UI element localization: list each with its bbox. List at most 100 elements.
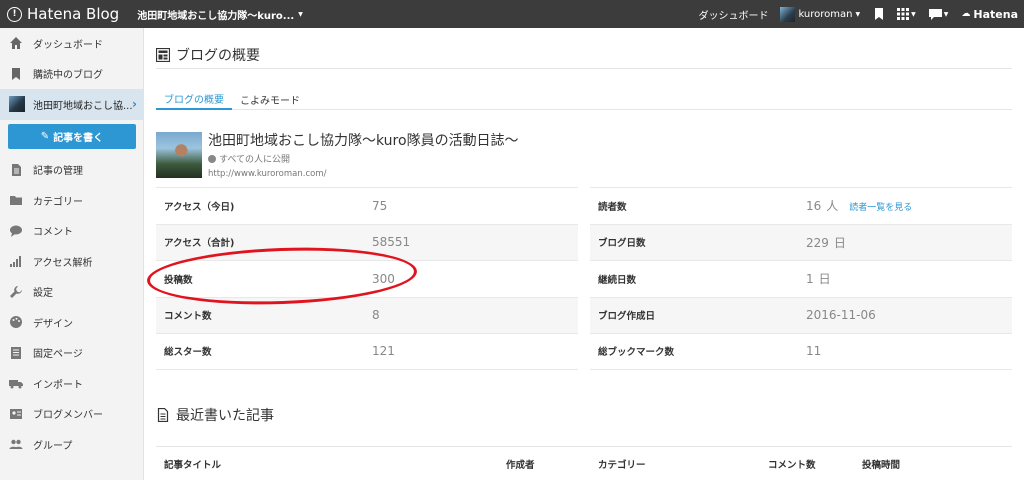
stat-value: 121 bbox=[372, 344, 395, 359]
stat-label: ブログ作成日 bbox=[598, 311, 656, 323]
sidebar-item-label: 購読中のブログ bbox=[33, 70, 103, 82]
stat-row: 投稿数 300 bbox=[156, 260, 578, 297]
stats-table-left: アクセス（今日) 75 アクセス（合計) 58551 投稿数 300 コメント数 8 総… bbox=[156, 187, 578, 370]
stat-unit: 日 bbox=[833, 235, 846, 250]
blog-switcher-label: 池田町地域おこし協力隊〜kuro... bbox=[137, 10, 295, 22]
view-readers-link[interactable]: 読者一覧を見る bbox=[849, 200, 912, 213]
sidebar-item-label: 設定 bbox=[33, 288, 53, 300]
truck-icon bbox=[9, 376, 23, 390]
stat-label: 総ブックマーク数 bbox=[598, 347, 675, 359]
palette-icon bbox=[9, 315, 23, 329]
column-header-category: カテゴリー bbox=[598, 459, 646, 471]
stat-unit: 日 bbox=[818, 272, 831, 287]
stat-label: コメント数 bbox=[164, 311, 212, 323]
globe-icon bbox=[208, 154, 216, 163]
sidebar-item-groups[interactable]: グループ bbox=[0, 429, 143, 460]
sidebar-item-current-blog[interactable]: 池田町地域おこし協... › bbox=[0, 89, 143, 120]
stat-value: 300 bbox=[372, 271, 395, 286]
user-menu[interactable]: kuroroman ▼ bbox=[780, 6, 861, 22]
sidebar-item-categories[interactable]: カテゴリー bbox=[0, 185, 143, 216]
write-article-label: 記事を書く bbox=[53, 132, 104, 144]
divider bbox=[156, 68, 1012, 69]
stat-row: アクセス（合計) 58551 bbox=[156, 223, 578, 260]
sidebar-item-label: デザイン bbox=[33, 318, 73, 330]
recent-articles-title: 最近書いた記事 bbox=[176, 408, 274, 424]
sidebar-item-design[interactable]: デザイン bbox=[0, 307, 143, 338]
caret-down-icon: ▼ bbox=[943, 10, 949, 18]
column-header-comments: コメント数 bbox=[768, 459, 816, 471]
blog-url[interactable]: http://www.kuroroman.com/ bbox=[208, 169, 519, 179]
visibility-label: すべての人に公開 bbox=[219, 155, 291, 165]
hatena-blog-logo[interactable]: ! Hatena Blog bbox=[0, 5, 119, 23]
stat-label: 継続日数 bbox=[598, 274, 637, 286]
sidebar-item-analytics[interactable]: アクセス解析 bbox=[0, 246, 143, 277]
stat-row: 総ブックマーク数 11 bbox=[590, 333, 1012, 370]
sidebar-item-static-pages[interactable]: 固定ページ bbox=[0, 338, 143, 369]
visibility-status: すべての人に公開 bbox=[208, 152, 519, 165]
tab-overview[interactable]: ブログの概要 bbox=[156, 88, 232, 110]
page-title: ブログの概要 bbox=[176, 48, 260, 64]
stat-label: アクセス（合計) bbox=[164, 238, 235, 250]
sidebar: ダッシュボード 購読中のブログ 池田町地域おこし協... › ✎ 記事を書く 記… bbox=[0, 28, 144, 480]
sidebar-item-import[interactable]: インポート bbox=[0, 368, 143, 399]
comment-icon bbox=[9, 224, 23, 238]
stat-value: 16 bbox=[806, 199, 822, 214]
stat-value: 2016-11-06 bbox=[806, 308, 876, 323]
sidebar-item-label: ブログメンバー bbox=[33, 410, 103, 422]
sidebar-item-label: 池田町地域おこし協... bbox=[33, 100, 133, 112]
section-header-overview: ブログの概要 bbox=[156, 45, 260, 65]
hatena-brand-link[interactable]: ☁ Hatena bbox=[961, 8, 1018, 21]
apps-grid-icon[interactable]: ▼ bbox=[897, 8, 916, 20]
sidebar-item-label: ダッシュボード bbox=[33, 39, 103, 51]
member-icon bbox=[9, 407, 23, 421]
hatena-brand-icon: ☁ bbox=[961, 9, 971, 19]
brand-text: Hatena bbox=[973, 7, 1018, 21]
logo-text: Hatena Blog bbox=[27, 5, 120, 23]
stat-value: 75 bbox=[372, 198, 388, 213]
caret-down-icon: ▼ bbox=[911, 10, 916, 18]
sidebar-item-dashboard[interactable]: ダッシュボード bbox=[0, 28, 143, 59]
sidebar-item-comments[interactable]: コメント bbox=[0, 216, 143, 247]
main-content: ブログの概要 ブログの概要 こよみモード 池田町地域おこし協力隊〜kuro隊員の… bbox=[144, 28, 1024, 480]
stat-row: ブログ日数 229 日 bbox=[590, 223, 1012, 260]
bookmark-icon[interactable] bbox=[874, 8, 884, 20]
stat-value: 58551 bbox=[372, 235, 411, 250]
articles-table-header: 記事タイトル 作成者 カテゴリー コメント数 投稿時間 bbox=[156, 446, 1012, 480]
chevron-right-icon: › bbox=[132, 97, 137, 112]
blog-switcher[interactable]: 池田町地域おこし協力隊〜kuro... ▼ bbox=[137, 7, 303, 22]
dashboard-link[interactable]: ダッシュボード bbox=[698, 7, 768, 22]
stat-label: 読者数 bbox=[598, 201, 627, 213]
column-header-author: 作成者 bbox=[506, 459, 535, 471]
sidebar-item-members[interactable]: ブログメンバー bbox=[0, 399, 143, 430]
caret-down-icon: ▼ bbox=[855, 10, 861, 18]
home-icon bbox=[9, 36, 23, 50]
stat-row: 継続日数 1日 bbox=[590, 260, 1012, 297]
top-navigation-bar: ! Hatena Blog 池田町地域おこし協力隊〜kuro... ▼ ダッシュ… bbox=[0, 0, 1024, 28]
dashboard-panel-icon bbox=[156, 48, 170, 62]
stat-value: 1 bbox=[806, 272, 814, 287]
bookmark-icon bbox=[9, 67, 23, 81]
blog-thumbnail[interactable] bbox=[156, 132, 202, 178]
sidebar-item-settings[interactable]: 設定 bbox=[0, 277, 143, 308]
column-header-title: 記事タイトル bbox=[164, 459, 222, 471]
sidebar-item-articles[interactable]: 記事の管理 bbox=[0, 155, 143, 186]
sidebar-item-subscriptions[interactable]: 購読中のブログ bbox=[0, 59, 143, 90]
blog-avatar bbox=[9, 96, 25, 113]
wrench-icon bbox=[9, 285, 23, 299]
stat-label: 総スター数 bbox=[164, 347, 212, 359]
blog-info: 池田町地域おこし協力隊〜kuro隊員の活動日誌〜 すべての人に公開 http:/… bbox=[156, 132, 519, 179]
notification-icon[interactable]: ▼ bbox=[928, 8, 949, 20]
blog-title[interactable]: 池田町地域おこし協力隊〜kuro隊員の活動日誌〜 bbox=[208, 132, 519, 150]
sidebar-item-label: アクセス解析 bbox=[33, 257, 93, 269]
stat-label: アクセス（今日) bbox=[164, 201, 235, 213]
avatar bbox=[780, 6, 796, 22]
stat-row: ブログ作成日 2016-11-06 bbox=[590, 296, 1012, 333]
tab-bar: ブログの概要 こよみモード bbox=[156, 88, 1012, 110]
stat-row: コメント数 8 bbox=[156, 296, 578, 333]
sidebar-item-label: グループ bbox=[33, 440, 73, 452]
stat-unit: 人 bbox=[826, 199, 839, 214]
stat-label: 投稿数 bbox=[164, 274, 193, 286]
write-article-button[interactable]: ✎ 記事を書く bbox=[8, 123, 136, 149]
sidebar-item-label: 固定ページ bbox=[33, 349, 83, 361]
tab-calendar-mode[interactable]: こよみモード bbox=[232, 88, 308, 110]
